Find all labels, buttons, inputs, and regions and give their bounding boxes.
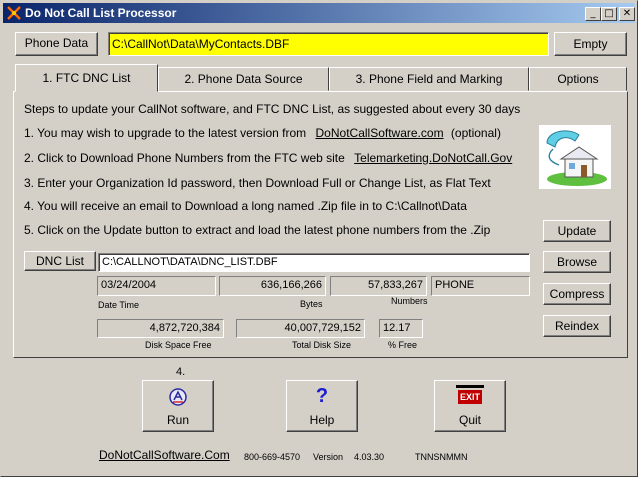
step-4-marker: 4. bbox=[176, 366, 186, 378]
step-1: 1. You may wish to upgrade to the latest… bbox=[24, 126, 501, 140]
run-icon bbox=[169, 388, 187, 406]
footer-website-link[interactable]: DoNotCallSoftware.Com bbox=[99, 448, 230, 462]
step-3: 3. Enter your Organization Id password, … bbox=[24, 176, 491, 190]
bytes-caption: Bytes bbox=[300, 299, 323, 309]
tab-options[interactable]: Options bbox=[529, 67, 627, 91]
tab-ftc-dnc-list[interactable]: 1. FTC DNC List bbox=[15, 64, 158, 92]
run-button[interactable]: Run bbox=[142, 380, 214, 432]
footer-version-label: Version bbox=[313, 452, 344, 462]
step-4: 4. You will receive an email to Download… bbox=[24, 199, 467, 213]
minimize-button[interactable]: _ bbox=[585, 7, 601, 21]
phone-field-value: PHONE bbox=[431, 276, 530, 296]
footer-code: TNNSNMMN bbox=[415, 452, 468, 462]
step-2-text: 2. Click to Download Phone Numbers from … bbox=[24, 151, 345, 165]
help-button[interactable]: ? Help bbox=[286, 380, 358, 432]
donotcallsoftware-link[interactable]: DoNotCallSoftware.com bbox=[316, 126, 444, 140]
step-1-text: 1. You may wish to upgrade to the latest… bbox=[24, 126, 307, 140]
phone-house-icon bbox=[539, 125, 611, 189]
app-icon bbox=[7, 6, 21, 20]
step-2: 2. Click to Download Phone Numbers from … bbox=[24, 151, 512, 165]
numbers-caption: Numbers bbox=[391, 296, 428, 306]
steps-intro: Steps to update your CallNot software, a… bbox=[24, 102, 521, 116]
total-disk-size-value: 40,007,729,152 bbox=[236, 319, 365, 338]
footer-version: 4.03.30 bbox=[354, 452, 385, 462]
close-button[interactable]: ✕ bbox=[619, 7, 635, 21]
disk-space-free-value: 4,872,720,384 bbox=[97, 319, 224, 338]
percent-free-value: 12.17 bbox=[379, 319, 423, 338]
ftc-telemarketing-link[interactable]: Telemarketing.DoNotCall.Gov bbox=[354, 151, 512, 165]
total-disk-size-caption: Total Disk Size bbox=[292, 340, 352, 350]
dnc-list-path-field[interactable]: C:\CALLNOT\DATA\DNC_LIST.DBF bbox=[98, 253, 530, 272]
phone-data-button[interactable]: Phone Data bbox=[15, 32, 98, 56]
quit-label: Quit bbox=[458, 413, 481, 427]
bytes-value: 636,166,266 bbox=[219, 276, 326, 296]
footer-phone: 800-669-4570 bbox=[244, 452, 301, 462]
numbers-value: 57,833,267 bbox=[330, 276, 427, 296]
update-button[interactable]: Update bbox=[543, 220, 611, 242]
step-1-suffix: (optional) bbox=[450, 126, 501, 140]
step-5: 5. Click on the Update button to extract… bbox=[24, 223, 491, 237]
exit-sign-text: EXIT bbox=[458, 390, 482, 404]
date-time-value: 03/24/2004 bbox=[97, 276, 216, 296]
compress-button[interactable]: Compress bbox=[543, 283, 611, 305]
exit-sign-bar bbox=[456, 385, 484, 388]
window-title: Do Not Call List Processor bbox=[25, 6, 177, 20]
help-question-icon: ? bbox=[315, 385, 329, 407]
app-window: Do Not Call List Processor _ □ ✕ Phone D… bbox=[0, 0, 638, 477]
help-label: Help bbox=[309, 413, 335, 427]
run-label: Run bbox=[166, 413, 189, 427]
dnc-list-button[interactable]: DNC List bbox=[24, 251, 96, 271]
title-bar[interactable]: Do Not Call List Processor _ □ ✕ bbox=[3, 3, 635, 23]
phone-data-path-field[interactable]: C:\CallNot\Data\MyContacts.DBF bbox=[108, 32, 549, 56]
reindex-button[interactable]: Reindex bbox=[543, 315, 611, 337]
disk-space-free-caption: Disk Space Free bbox=[145, 340, 212, 350]
maximize-button[interactable]: □ bbox=[601, 7, 617, 21]
date-time-caption: Date Time bbox=[98, 300, 140, 310]
empty-button[interactable]: Empty bbox=[554, 32, 627, 56]
exit-sign-icon: EXIT bbox=[456, 385, 484, 407]
percent-free-caption: % Free bbox=[388, 340, 418, 350]
browse-button[interactable]: Browse bbox=[543, 251, 611, 273]
tab-phone-data-source[interactable]: 2. Phone Data Source bbox=[158, 67, 329, 91]
tab-phone-field-marking[interactable]: 3. Phone Field and Marking bbox=[329, 67, 529, 91]
quit-button[interactable]: EXIT Quit bbox=[434, 380, 506, 432]
